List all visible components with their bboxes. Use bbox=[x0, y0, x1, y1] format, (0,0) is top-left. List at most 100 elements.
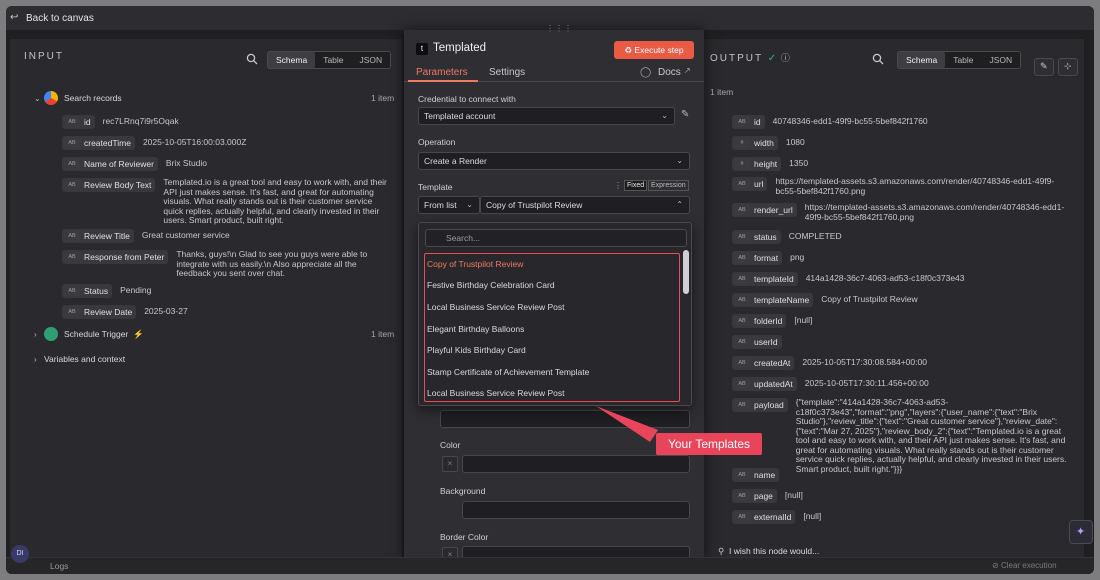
field-name: status bbox=[754, 232, 777, 242]
field-row: AB render_url https://templated-assets.s3.… bbox=[732, 202, 1072, 222]
credential-select[interactable]: Templated account ⌄ bbox=[418, 107, 675, 125]
field-value: Thanks, guys!\n Glad to see you guys wer… bbox=[176, 249, 368, 278]
color-label: Color bbox=[440, 440, 461, 450]
field-pill[interactable]: AB page bbox=[732, 489, 777, 503]
template-search-input[interactable]: Search... bbox=[425, 229, 687, 247]
field-pill[interactable]: AB name bbox=[732, 468, 780, 482]
string-type-icon: AB bbox=[64, 138, 80, 148]
lightning-icon: ⚡ bbox=[133, 328, 144, 339]
field-pill[interactable]: AB userId bbox=[732, 335, 782, 349]
feedback-prompt[interactable]: ⚲ I wish this node would... bbox=[718, 546, 819, 557]
chevron-down-icon: ⌄ bbox=[661, 111, 668, 120]
chevron-right-icon[interactable]: › bbox=[34, 355, 44, 364]
chevron-up-icon: ⌃ bbox=[676, 200, 683, 209]
field-pill[interactable]: AB id bbox=[62, 115, 95, 129]
field-name: Review Body Text bbox=[84, 180, 152, 190]
edit-icon[interactable]: ✎ bbox=[1034, 58, 1054, 76]
tab-table[interactable]: Table bbox=[945, 52, 981, 68]
field-value: 2025-10-05T17:30:11.456+00:00 bbox=[804, 378, 929, 388]
tab-table[interactable]: Table bbox=[315, 52, 351, 68]
tab-json[interactable]: JSON bbox=[982, 52, 1021, 68]
field-pill[interactable]: AB id bbox=[732, 115, 765, 129]
field-row: AB Review Title Great customer service bbox=[62, 229, 230, 243]
search-icon[interactable] bbox=[872, 53, 884, 65]
more-options-icon[interactable]: ⋮ bbox=[614, 181, 622, 190]
tab-schema[interactable]: Schema bbox=[898, 52, 946, 68]
string-type-icon: AB bbox=[734, 470, 750, 480]
back-arrow-icon[interactable]: ↩ bbox=[10, 13, 20, 23]
field-pill[interactable]: AB createdTime bbox=[62, 136, 135, 150]
field-name: Review Date bbox=[84, 307, 133, 317]
field-pill[interactable]: AB payload bbox=[732, 398, 788, 412]
input-view-switch: Schema Table JSON bbox=[267, 51, 392, 69]
field-pill[interactable]: AB templateName bbox=[732, 293, 814, 307]
search-records-node[interactable]: ⌄ Search records bbox=[34, 91, 122, 105]
tab-docs[interactable]: Docs bbox=[658, 67, 681, 78]
pin-icon[interactable]: ⊹ bbox=[1058, 58, 1078, 76]
field-pill[interactable]: AB Name of Reviewer bbox=[62, 157, 158, 171]
tab-settings[interactable]: Settings bbox=[489, 67, 525, 78]
your-templates-callout: Your Templates bbox=[656, 433, 762, 455]
tab-parameters[interactable]: Parameters bbox=[416, 67, 468, 78]
template-select[interactable]: Copy of Trustpilot Review ⌃ bbox=[480, 196, 690, 214]
variables-context-node[interactable]: › Variables and context bbox=[34, 354, 125, 364]
field-pill[interactable]: AB createdAt bbox=[732, 356, 795, 370]
field-row: AB format png bbox=[732, 251, 1072, 265]
field-pill[interactable]: # width bbox=[732, 136, 778, 150]
info-icon[interactable]: ⓘ bbox=[781, 53, 790, 63]
ai-assistant-button[interactable]: ✦ bbox=[1069, 520, 1093, 544]
string-type-icon: AB bbox=[64, 117, 80, 127]
execute-step-button[interactable]: ♻ Execute step bbox=[614, 41, 694, 59]
field-row: AB updatedAt 2025-10-05T17:30:11.456+00:00 bbox=[732, 377, 1072, 391]
string-type-icon: AB bbox=[64, 252, 80, 262]
field-pill[interactable]: AB status bbox=[732, 230, 781, 244]
fixed-mode-toggle[interactable]: Fixed bbox=[624, 180, 648, 191]
field-pill[interactable]: AB updatedAt bbox=[732, 377, 797, 391]
schedule-trigger-node[interactable]: › Schedule Trigger ⚡ bbox=[34, 327, 144, 341]
field-row: AB createdTime 2025-10-05T16:00:03.000Z bbox=[62, 136, 246, 150]
edit-credential-icon[interactable]: ✎ bbox=[681, 109, 689, 120]
field-pill[interactable]: AB Review Date bbox=[62, 305, 137, 319]
tab-json[interactable]: JSON bbox=[352, 52, 391, 68]
clear-execution-button[interactable]: ⊘ Clear execution bbox=[992, 561, 1057, 570]
node-title[interactable]: Templated bbox=[433, 42, 486, 54]
field-pill[interactable]: AB Status bbox=[62, 284, 113, 298]
logs-tab[interactable]: Logs bbox=[50, 561, 68, 571]
output-panel-title: OUTPUT ✓ ⓘ bbox=[710, 51, 790, 64]
field-row: AB url https://templated-assets.s3.amazona… bbox=[732, 176, 1072, 196]
string-type-icon: AB bbox=[734, 179, 750, 189]
field-pill[interactable]: AB templateId bbox=[732, 272, 798, 286]
chevron-down-icon[interactable]: ⌄ bbox=[34, 94, 44, 103]
field-pill[interactable]: AB folderId bbox=[732, 314, 787, 328]
field-pill[interactable]: AB Response from Peter bbox=[62, 250, 169, 264]
number-type-icon: # bbox=[734, 138, 750, 148]
field-pill[interactable]: AB url bbox=[732, 177, 768, 191]
template-mode-select[interactable]: From list ⌄ bbox=[418, 196, 480, 214]
back-to-canvas-link[interactable]: Back to canvas bbox=[26, 13, 94, 24]
field-row: AB templateId 414a1428-36c7-4063-ad53-c18f… bbox=[732, 272, 1072, 286]
string-type-icon: AB bbox=[64, 159, 80, 169]
avatar[interactable]: DI bbox=[11, 545, 29, 563]
background-input[interactable] bbox=[462, 501, 690, 519]
drag-handle-icon[interactable]: ⋮⋮⋮ bbox=[546, 24, 573, 33]
field-pill[interactable]: AB format bbox=[732, 251, 783, 265]
input-panel-title: INPUT bbox=[24, 51, 64, 62]
search-icon[interactable] bbox=[246, 53, 258, 65]
chevron-right-icon[interactable]: › bbox=[34, 330, 44, 339]
template-value: Copy of Trustpilot Review bbox=[486, 200, 583, 210]
active-tab-indicator bbox=[408, 80, 478, 82]
field-row: AB payload {"template":"414a1428-36c7-4063… bbox=[732, 397, 1072, 474]
color-input[interactable] bbox=[462, 455, 690, 473]
tab-schema[interactable]: Schema bbox=[268, 52, 316, 68]
field-pill[interactable]: AB Review Body Text bbox=[62, 178, 156, 192]
expression-mode-toggle[interactable]: Expression bbox=[648, 180, 689, 191]
string-type-icon: AB bbox=[64, 286, 80, 296]
field-pill[interactable]: # height bbox=[732, 157, 782, 171]
credential-value: Templated account bbox=[424, 111, 496, 121]
field-pill[interactable]: AB Review Title bbox=[62, 229, 134, 243]
field-pill[interactable]: AB render_url bbox=[732, 203, 797, 217]
field-pill[interactable]: AB externalId bbox=[732, 510, 796, 524]
dropdown-scrollbar[interactable] bbox=[683, 250, 689, 294]
clear-icon[interactable]: × bbox=[442, 456, 458, 472]
operation-select[interactable]: Create a Render ⌄ bbox=[418, 152, 690, 170]
